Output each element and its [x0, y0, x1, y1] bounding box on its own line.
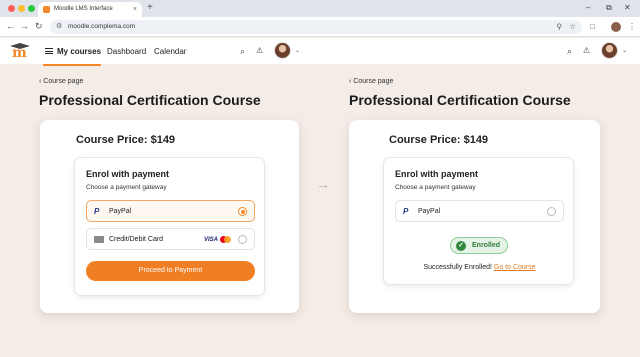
paypal-option[interactable]: P PayPal — [395, 200, 564, 222]
paypal-label: PayPal — [418, 208, 441, 215]
credit-card-icon — [94, 236, 104, 243]
enrol-heading: Enrol with payment — [395, 169, 479, 179]
site-info-icon[interactable]: ⚙ — [56, 20, 62, 34]
paypal-option[interactable]: P PayPal — [86, 200, 255, 222]
paypal-icon: P — [403, 207, 409, 216]
success-text: Successfully Enrolled! — [423, 264, 492, 271]
paypal-label: PayPal — [109, 208, 132, 215]
go-to-course-link[interactable]: Go to Course — [494, 264, 536, 271]
moodle-logo[interactable]: m — [10, 43, 30, 61]
search-icon[interactable]: ⌕ — [240, 45, 245, 57]
browser-tab[interactable]: Moodle LMS Interface × — [38, 2, 142, 17]
notification-bell-icon[interactable]: ⚠ — [583, 45, 590, 57]
user-avatar[interactable] — [601, 42, 618, 59]
hamburger-menu-icon[interactable] — [45, 48, 53, 54]
enrolled-status-badge: ✓ Enrolled — [450, 237, 508, 254]
page-title: Professional Certification Course — [349, 92, 571, 108]
window-close-dot[interactable] — [8, 5, 15, 12]
nav-calendar[interactable]: Calendar — [154, 46, 186, 57]
search-icon[interactable]: ⌕ — [567, 45, 572, 57]
course-page-back-link[interactable]: ‹ Course page — [39, 77, 83, 87]
before-payment-pane: ‹ Course page Professional Certification… — [0, 65, 316, 357]
success-message: Successfully Enrolled! Go to Course — [384, 263, 575, 273]
window-close-icon[interactable]: ✕ — [624, 3, 631, 13]
enrolled-label: Enrolled — [472, 242, 501, 249]
page-title: Professional Certification Course — [39, 92, 261, 108]
tab-close-icon[interactable]: × — [133, 2, 137, 17]
zoom-icon[interactable]: ⚲ — [557, 20, 563, 34]
enrol-payment-panel: Enrol with payment Choose a payment gate… — [383, 157, 574, 285]
enrol-heading: Enrol with payment — [86, 169, 170, 179]
course-card: Course Price: $149 Enrol with payment Ch… — [349, 120, 600, 313]
address-bar-row: ← → ↻ ⚙ moodle.complema.com ⚲ ☆ □ ⋮ — [0, 17, 640, 37]
visa-logo-icon: VISA — [203, 237, 218, 243]
window-minimize-dot[interactable] — [18, 5, 25, 12]
card-option[interactable]: Credit/Debit Card VISA — [86, 228, 255, 250]
url-text: moodle.complema.com — [68, 23, 136, 30]
course-price: Course Price: $149 — [76, 134, 176, 146]
reload-icon[interactable]: ↻ — [35, 21, 43, 32]
new-tab-button[interactable]: + — [147, 2, 153, 14]
paypal-radio[interactable] — [238, 207, 247, 216]
nav-dashboard[interactable]: Dashboard — [107, 46, 146, 57]
restore-icon[interactable]: ⧉ — [606, 3, 612, 13]
window-zoom-dot[interactable] — [28, 5, 35, 12]
tab-title: Moodle LMS Interface — [54, 6, 113, 12]
url-field[interactable]: ⚙ moodle.complema.com ⚲ ☆ — [50, 20, 582, 34]
bookmark-star-icon[interactable]: ☆ — [569, 20, 576, 34]
browser-tab-bar: Moodle LMS Interface × + – ⧉ ✕ — [0, 0, 640, 17]
browser-profile-avatar[interactable] — [611, 22, 621, 32]
card-label: Credit/Debit Card — [109, 236, 164, 243]
check-circle-icon: ✓ — [456, 241, 466, 251]
course-page-back-link[interactable]: ‹ Course page — [349, 77, 393, 87]
forward-arrow-icon[interactable]: → — [20, 21, 29, 32]
minimize-icon[interactable]: – — [586, 3, 590, 13]
proceed-to-payment-button[interactable]: Proceed to Payment — [86, 261, 255, 281]
paypal-radio[interactable] — [547, 207, 556, 216]
paypal-icon: P — [94, 207, 100, 216]
chevron-down-icon[interactable]: ⌄ — [622, 47, 627, 56]
moodle-navbar: m My courses Dashboard Calendar ⌕ ⚠ ⌄ ⌕ … — [0, 38, 640, 66]
moodle-favicon-icon — [43, 6, 50, 13]
moodle-m-mark: m — [12, 45, 27, 61]
extensions-icon[interactable]: □ — [590, 21, 595, 32]
mastercard-logo-icon — [220, 236, 232, 243]
enrol-payment-panel: Enrol with payment Choose a payment gate… — [74, 157, 265, 296]
user-avatar[interactable] — [274, 42, 291, 59]
gateway-prompt: Choose a payment gateway — [86, 184, 167, 191]
back-arrow-icon[interactable]: ← — [6, 21, 15, 32]
notification-bell-icon[interactable]: ⚠ — [256, 45, 263, 57]
card-radio[interactable] — [238, 235, 247, 244]
gateway-prompt: Choose a payment gateway — [395, 184, 476, 191]
nav-my-courses[interactable]: My courses — [42, 46, 102, 66]
course-price: Course Price: $149 — [389, 134, 489, 146]
course-card: Course Price: $149 Enrol with payment Ch… — [40, 120, 299, 313]
browser-menu-icon[interactable]: ⋮ — [628, 21, 636, 32]
after-payment-pane: ‹ Course page Professional Certification… — [309, 65, 640, 357]
chevron-down-icon[interactable]: ⌄ — [295, 47, 300, 56]
